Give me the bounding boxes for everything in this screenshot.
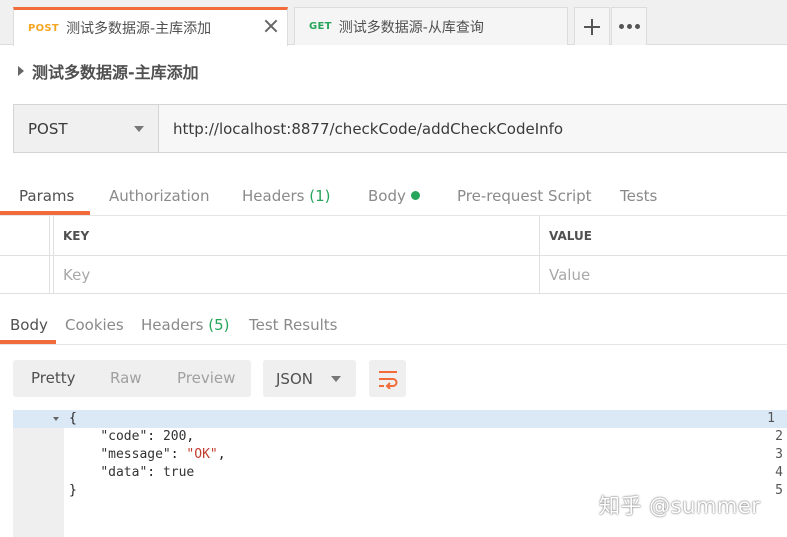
tab-body[interactable]: Body (368, 187, 420, 205)
request-title[interactable]: 测试多数据源-主库添加 (18, 59, 199, 83)
json-string: "OK" (186, 447, 218, 462)
key-placeholder: Key (63, 265, 91, 284)
params-header-row: KEY VALUE (0, 216, 787, 256)
response-tab-test-results[interactable]: Test Results (249, 316, 337, 334)
request-title-text: 测试多数据源-主库添加 (32, 63, 199, 82)
tab-title: 测试多数据源-从库查询 (338, 19, 484, 36)
wrap-lines-icon (378, 370, 397, 389)
raw-button[interactable]: Raw (110, 369, 142, 387)
plus-icon (584, 18, 600, 35)
new-tab-button[interactable] (574, 7, 610, 45)
tab-method-badge: GET (309, 21, 332, 32)
line-number: 1 (767, 411, 775, 426)
tab-title: 测试多数据源-主库添加 (66, 21, 212, 37)
active-line-highlight (13, 410, 787, 428)
response-tab-headers[interactable]: Headers (5) (141, 316, 229, 334)
headers-count: (1) (309, 187, 331, 205)
value-column-header: VALUE (540, 216, 787, 255)
key-input[interactable]: Key (53, 256, 540, 293)
tab-params[interactable]: Params (19, 187, 74, 205)
chevron-down-icon (134, 126, 144, 132)
json-key: "message" (100, 447, 171, 462)
response-headers-label: Headers (141, 316, 204, 334)
params-new-row: Key Value (0, 256, 787, 294)
active-tab-indicator (0, 211, 90, 215)
more-icon (618, 24, 640, 29)
response-headers-count: (5) (208, 316, 230, 334)
value-placeholder: Value (549, 265, 591, 284)
chevron-down-icon (331, 376, 341, 382)
tab-options-button[interactable] (611, 7, 647, 45)
watermark: 知乎 @summer (599, 494, 761, 518)
line-number: 4 (775, 465, 783, 480)
response-tab-cookies[interactable]: Cookies (65, 316, 124, 334)
tab-prerequest-script[interactable]: Pre-request Script (457, 187, 592, 205)
response-tabs: Body Cookies Headers (5) Test Results (0, 305, 787, 345)
format-select-value: JSON (276, 369, 313, 388)
tab-method-badge: POST (28, 22, 60, 34)
status-dot-icon (410, 191, 420, 200)
row-checkbox-cell (0, 256, 50, 293)
tab-body-label: Body (368, 187, 406, 205)
value-input[interactable]: Value (540, 256, 787, 293)
tab-post-main-add[interactable]: POST 测试多数据源-主库添加 (13, 7, 288, 46)
code-line: "message": "OK", (100, 447, 226, 462)
tab-headers[interactable]: Headers (1) (242, 187, 330, 205)
preview-button[interactable]: Preview (177, 369, 235, 387)
active-response-tab-indicator (0, 340, 56, 344)
json-key: "code" (100, 429, 148, 444)
value-header-label: VALUE (549, 228, 592, 243)
close-icon[interactable] (263, 18, 279, 34)
format-select[interactable]: JSON (263, 360, 356, 397)
request-tabs: Params Authorization Headers (1) Body Pr… (0, 176, 787, 216)
json-key: "data" (100, 465, 148, 480)
pretty-button[interactable]: Pretty (31, 369, 76, 387)
open-brace: { (69, 411, 77, 426)
url-bar: POST (13, 104, 787, 153)
wrap-lines-button[interactable] (369, 360, 406, 397)
line-number: 3 (775, 447, 783, 462)
tab-tests[interactable]: Tests (620, 187, 657, 205)
code-line: "code": 200, (100, 429, 195, 444)
fold-caret-icon[interactable] (53, 417, 59, 421)
code-line: } (69, 482, 77, 500)
key-column-header: KEY (53, 216, 540, 255)
url-input[interactable] (159, 105, 787, 152)
tab-bar: POST 测试多数据源-主库添加 GET 测试多数据源-从库查询 (0, 0, 787, 46)
line-number: 2 (775, 429, 783, 444)
json-number: 200 (162, 429, 187, 444)
close-brace: } (69, 483, 77, 498)
code-line: "data": true (100, 465, 195, 480)
view-mode-group: Pretty Raw Preview (13, 360, 251, 397)
key-header-label: KEY (63, 228, 90, 243)
response-tab-body[interactable]: Body (10, 316, 48, 334)
caret-right-icon (18, 66, 24, 76)
code-line: { (69, 410, 77, 428)
method-select-value: POST (28, 119, 68, 138)
json-boolean: true (162, 465, 195, 480)
tab-authorization[interactable]: Authorization (109, 187, 209, 205)
method-select[interactable]: POST (14, 105, 159, 152)
tab-headers-label: Headers (242, 187, 305, 205)
line-number-gutter (13, 410, 64, 537)
checkbox-column-header (0, 216, 50, 255)
tab-get-replica-query[interactable]: GET 测试多数据源-从库查询 (294, 7, 568, 45)
